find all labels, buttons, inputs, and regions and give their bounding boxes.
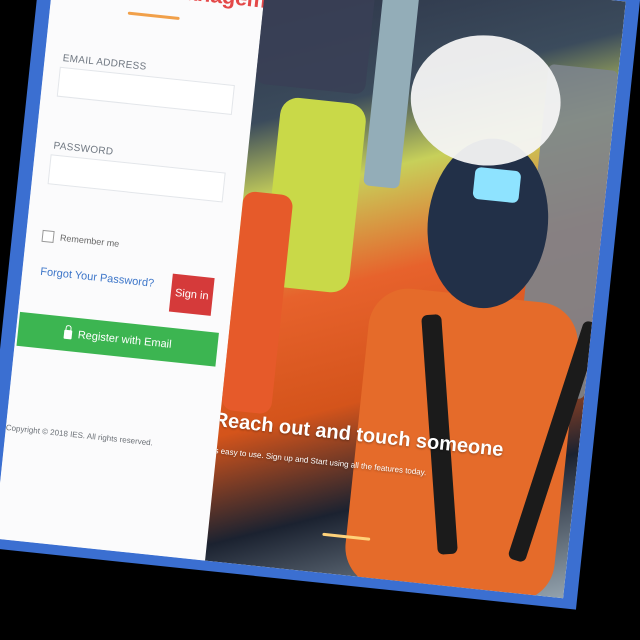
register-label: Register with Email [77,329,173,351]
password-field[interactable] [47,154,226,203]
forgot-password-link[interactable]: Forgot Your Password? [40,266,155,290]
remember-checkbox[interactable] [41,229,55,244]
copyright-text: Copyright © 2018 IES. All rights reserve… [5,423,154,448]
hero-image-panel: Reach out and touch someone It's easy to… [205,0,626,599]
signin-button[interactable]: Sign in [168,273,215,316]
hero-bg-shape [255,0,378,95]
register-button[interactable]: Register with Email [16,311,219,367]
remember-me[interactable]: Remember me [41,229,120,250]
email-field[interactable] [56,66,235,115]
hero-bg-shape [472,166,522,204]
remember-label: Remember me [59,232,120,249]
title-underline [127,11,180,20]
email-input[interactable] [57,67,234,114]
lock-icon [63,329,73,339]
password-input[interactable] [48,155,225,202]
app-frame: IES CV Management EMAIL ADDRESS PASSWORD… [0,0,640,610]
app-window: IES CV Management EMAIL ADDRESS PASSWORD… [0,0,626,599]
